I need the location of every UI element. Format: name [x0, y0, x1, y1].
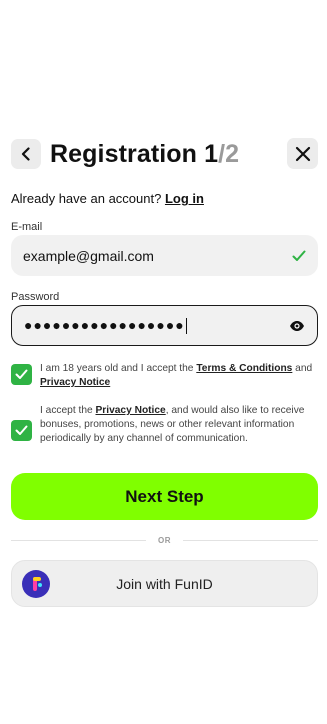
checkmark-icon	[15, 369, 28, 379]
divider-line	[183, 539, 318, 541]
marketing-checkbox[interactable]	[11, 420, 32, 441]
close-button[interactable]	[287, 138, 318, 169]
terms-text-before: I am 18 years old and I accept the	[40, 363, 197, 374]
login-link[interactable]: Log in	[165, 191, 204, 206]
back-button[interactable]	[11, 139, 41, 169]
privacy-notice-link[interactable]: Privacy Notice	[40, 377, 110, 388]
marketing-text-before: I accept the	[40, 405, 96, 416]
email-input[interactable]	[23, 247, 292, 264]
terms-link[interactable]: Terms & Conditions	[196, 363, 292, 374]
terms-consent: I am 18 years old and I accept the Terms…	[11, 362, 318, 390]
funid-button-label: Join with FunID	[116, 575, 213, 592]
page-title: Registration 1/2	[50, 140, 239, 169]
terms-consent-text: I am 18 years old and I accept the Terms…	[40, 362, 318, 390]
title-step-total: /2	[218, 139, 240, 168]
privacy-notice-link[interactable]: Privacy Notice	[96, 405, 166, 416]
password-label: Password	[11, 291, 60, 303]
text-caret	[185, 318, 187, 335]
registration-header: Registration 1/2	[11, 138, 318, 170]
marketing-consent: I accept the Privacy Notice, and would a…	[11, 404, 318, 446]
funid-glyph	[33, 577, 42, 591]
checkmark-icon	[15, 425, 28, 435]
chevron-left-icon	[21, 147, 30, 161]
title-main: Registration 1	[50, 139, 219, 168]
funid-logo-icon	[22, 570, 50, 598]
close-icon	[295, 146, 310, 161]
next-step-button[interactable]: Next Step	[11, 473, 318, 520]
join-funid-button[interactable]: Join with FunID	[11, 560, 318, 607]
password-value: ●●●●●●●●●●●●●●●●●	[24, 316, 185, 333]
marketing-consent-text: I accept the Privacy Notice, and would a…	[40, 404, 318, 446]
email-label: E-mail	[11, 221, 43, 233]
divider-line	[11, 539, 146, 541]
eye-icon[interactable]	[289, 320, 305, 332]
terms-checkbox[interactable]	[11, 364, 32, 385]
email-field[interactable]	[11, 235, 318, 276]
login-prompt: Already have an account? Log in	[11, 191, 204, 206]
password-input[interactable]: ●●●●●●●●●●●●●●●●●	[24, 316, 289, 335]
terms-text-middle: and	[292, 363, 313, 374]
or-divider: OR	[11, 534, 318, 546]
or-label: OR	[158, 535, 171, 545]
login-prompt-text: Already have an account?	[11, 191, 165, 206]
password-field[interactable]: ●●●●●●●●●●●●●●●●●	[11, 305, 318, 346]
checkmark-icon	[292, 250, 306, 261]
